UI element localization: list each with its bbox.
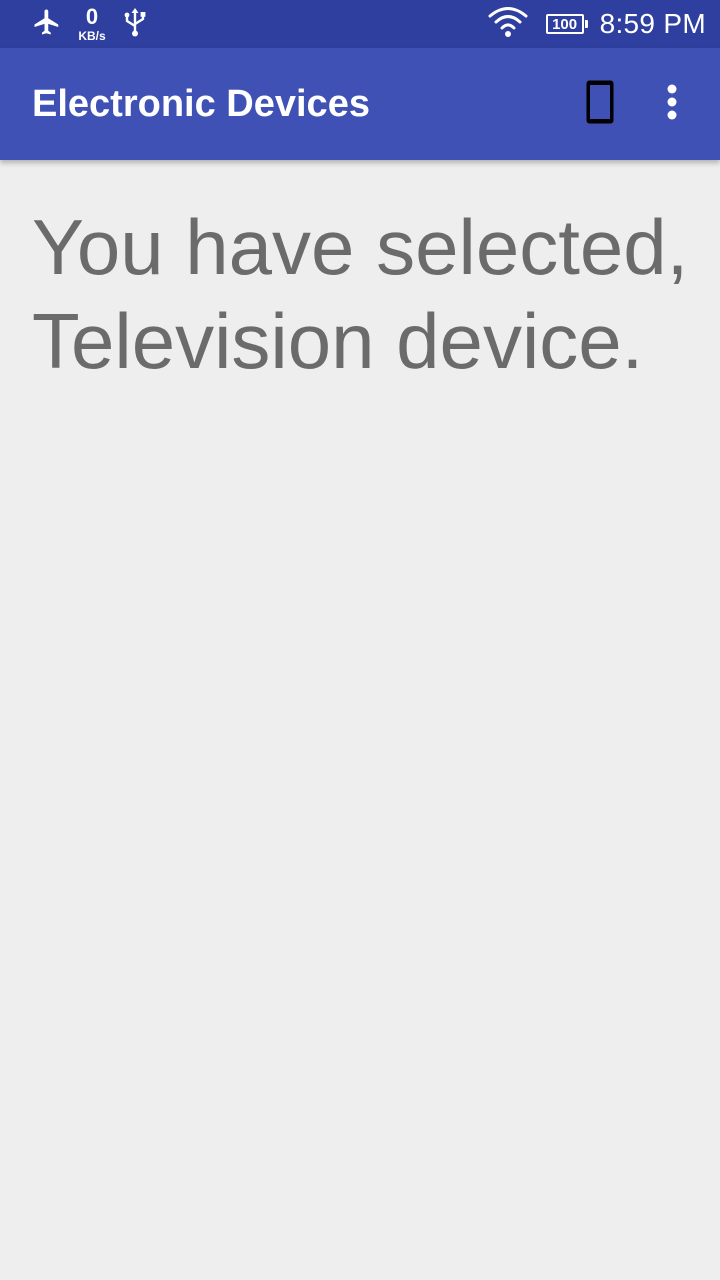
app-bar: Electronic Devices <box>0 48 720 160</box>
status-bar: 0 KB/s 100 8:59 PM <box>0 0 720 48</box>
battery-nub <box>584 20 588 28</box>
status-time: 8:59 PM <box>599 8 706 39</box>
main-content: You have selected, Television device. <box>32 200 692 388</box>
screen: 0 KB/s 100 8:59 PM Electronic Devices Yo… <box>0 0 720 1280</box>
phone-device-button[interactable] <box>572 76 628 132</box>
battery-icon: 100 <box>545 14 584 34</box>
selection-message: You have selected, Television device. <box>32 203 689 385</box>
status-left: 0 KB/s <box>32 0 148 48</box>
network-speed-unit: KB/s <box>78 29 106 43</box>
battery-level: 100 <box>552 15 578 33</box>
phone-icon <box>585 79 615 130</box>
network-speed-value: 0 <box>85 4 99 29</box>
app-title: Electronic Devices <box>32 82 370 125</box>
overflow-menu-button[interactable] <box>644 76 700 132</box>
airplane-mode-icon <box>32 7 62 42</box>
network-speed: 0 KB/s <box>72 4 112 43</box>
status-right: 100 8:59 PM <box>488 0 706 48</box>
overflow-menu-icon <box>666 84 678 125</box>
usb-icon <box>122 7 148 42</box>
wifi-icon <box>488 5 528 44</box>
